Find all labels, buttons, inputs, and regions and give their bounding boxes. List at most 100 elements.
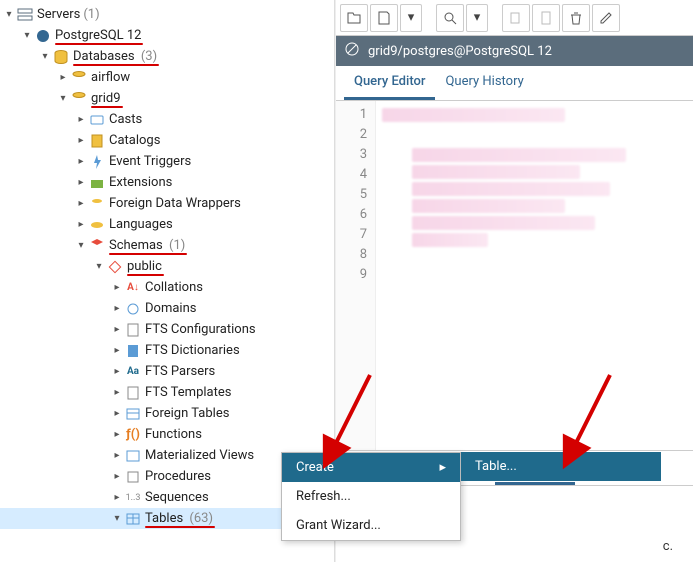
- language-icon: [88, 216, 106, 234]
- chevron-down-icon[interactable]: ▾: [38, 51, 52, 62]
- tree-postgresql[interactable]: ▾ PostgreSQL 12: [0, 25, 334, 46]
- edit-button[interactable]: [592, 4, 620, 32]
- fts-template-icon: [124, 384, 142, 402]
- schema-icon: [106, 258, 124, 276]
- fdw-icon: [88, 195, 106, 213]
- tree-label: Event Triggers: [109, 154, 191, 169]
- tree-label: FTS Templates: [145, 385, 231, 400]
- chevron-right-icon[interactable]: ▸: [74, 198, 88, 209]
- table-icon: [124, 510, 142, 528]
- line-number: 7: [336, 225, 367, 245]
- delete-button[interactable]: [562, 4, 590, 32]
- collation-icon: A↓: [124, 279, 142, 297]
- line-number: 6: [336, 205, 367, 225]
- servers-icon: [16, 6, 34, 24]
- tree-label: Procedures: [145, 469, 211, 484]
- paste-button[interactable]: [532, 4, 560, 32]
- tree-label: public: [127, 259, 162, 274]
- annotation-arrow-icon: [320, 370, 380, 470]
- chevron-down-icon[interactable]: ▾: [74, 240, 88, 251]
- find-button[interactable]: [436, 4, 464, 32]
- tree-label: Sequences: [145, 490, 209, 505]
- foreign-table-icon: [124, 405, 142, 423]
- find-dropdown-button[interactable]: ▾: [466, 4, 488, 32]
- tree-label: Extensions: [109, 175, 172, 190]
- chevron-right-icon[interactable]: ▸: [74, 135, 88, 146]
- tree-collations[interactable]: ▸A↓Collations: [0, 277, 334, 298]
- tree-label: Foreign Data Wrappers: [109, 196, 241, 211]
- tree-fdw[interactable]: ▸ Foreign Data Wrappers: [0, 193, 334, 214]
- tree-casts[interactable]: ▸Casts: [0, 109, 334, 130]
- line-number: 4: [336, 165, 367, 185]
- disconnect-icon[interactable]: [344, 41, 360, 61]
- tab-query-editor[interactable]: Query Editor: [344, 66, 435, 100]
- chevron-down-icon[interactable]: ▾: [110, 513, 124, 524]
- tree-schemas[interactable]: ▾ Schemas (1): [0, 235, 334, 256]
- copy-button[interactable]: [502, 4, 530, 32]
- tree-label: Schemas: [109, 238, 163, 253]
- tree-fts-parsers[interactable]: ▸AaFTS Parsers: [0, 361, 334, 382]
- sequence-icon: 1..3: [124, 489, 142, 507]
- chevron-down-icon[interactable]: ▾: [2, 9, 16, 20]
- tree-fts-conf[interactable]: ▸ FTS Configurations: [0, 319, 334, 340]
- sql-editor[interactable]: 1 2 3 4 5 6 7 8 9: [336, 101, 693, 450]
- ctx-grant-wizard[interactable]: Grant Wizard...: [282, 511, 460, 540]
- fts-parser-icon: Aa: [124, 363, 142, 381]
- tree-catalogs[interactable]: ▸Catalogs: [0, 130, 334, 151]
- chevron-right-icon[interactable]: ▸: [110, 450, 124, 461]
- domain-icon: [124, 300, 142, 318]
- chevron-right-icon[interactable]: ▸: [110, 387, 124, 398]
- open-file-button[interactable]: [340, 4, 368, 32]
- tree-foreign-tables[interactable]: ▸Foreign Tables: [0, 403, 334, 424]
- chevron-right-icon[interactable]: ▸: [110, 303, 124, 314]
- chevron-down-icon[interactable]: ▾: [20, 30, 34, 41]
- code-area[interactable]: [376, 101, 693, 450]
- annotation-arrow-icon: [560, 370, 620, 470]
- tree-count: (63): [189, 511, 213, 526]
- line-number: 9: [336, 265, 367, 285]
- tree-db-airflow[interactable]: ▸ airflow: [0, 67, 334, 88]
- tree-label: airflow: [91, 70, 130, 85]
- tree-label: FTS Configurations: [145, 322, 256, 337]
- tree-extensions[interactable]: ▸ Extensions: [0, 172, 334, 193]
- tree-languages[interactable]: ▸Languages: [0, 214, 334, 235]
- tree-label: grid9: [91, 91, 121, 106]
- casts-icon: [88, 111, 106, 129]
- chevron-right-icon[interactable]: ▸: [110, 471, 124, 482]
- chevron-right-icon[interactable]: ▸: [110, 324, 124, 335]
- fts-dict-icon: [124, 342, 142, 360]
- chevron-down-icon[interactable]: ▾: [92, 261, 106, 272]
- ctx-refresh[interactable]: Refresh...: [282, 482, 460, 511]
- tree-fts-templates[interactable]: ▸ FTS Templates: [0, 382, 334, 403]
- procedure-icon: [124, 468, 142, 486]
- chevron-right-icon[interactable]: ▸: [74, 219, 88, 230]
- save-dropdown-button[interactable]: ▾: [400, 4, 422, 32]
- tree-db-grid9[interactable]: ▾ grid9: [0, 88, 334, 109]
- connection-bar: grid9/postgres@PostgreSQL 12: [336, 36, 693, 66]
- chevron-right-icon[interactable]: ▸: [74, 177, 88, 188]
- tab-query-history[interactable]: Query History: [435, 66, 533, 100]
- line-number: 3: [336, 145, 367, 165]
- tree-domains[interactable]: ▸Domains: [0, 298, 334, 319]
- tree-servers[interactable]: ▾ Servers (1): [0, 4, 334, 25]
- chevron-right-icon: ▸: [439, 460, 446, 475]
- tree-databases[interactable]: ▾ Databases (3): [0, 46, 334, 67]
- tree-event-triggers[interactable]: ▸ Event Triggers: [0, 151, 334, 172]
- chevron-right-icon[interactable]: ▸: [56, 72, 70, 83]
- chevron-right-icon[interactable]: ▸: [110, 282, 124, 293]
- tree-schema-public[interactable]: ▾ public: [0, 256, 334, 277]
- line-number: 8: [336, 245, 367, 265]
- chevron-right-icon[interactable]: ▸: [110, 345, 124, 356]
- query-toolbar: ▾ ▾: [336, 0, 693, 36]
- chevron-right-icon[interactable]: ▸: [110, 408, 124, 419]
- chevron-right-icon[interactable]: ▸: [74, 156, 88, 167]
- chevron-right-icon[interactable]: ▸: [110, 492, 124, 503]
- tree-fts-dict[interactable]: ▸FTS Dictionaries: [0, 340, 334, 361]
- save-file-button[interactable]: [370, 4, 398, 32]
- chevron-down-icon[interactable]: ▾: [56, 93, 70, 104]
- chevron-right-icon[interactable]: ▸: [110, 366, 124, 377]
- chevron-right-icon[interactable]: ▸: [74, 114, 88, 125]
- tree-functions[interactable]: ▸ƒ()Functions: [0, 424, 334, 445]
- chevron-right-icon[interactable]: ▸: [110, 429, 124, 440]
- tree-label: FTS Parsers: [145, 364, 215, 379]
